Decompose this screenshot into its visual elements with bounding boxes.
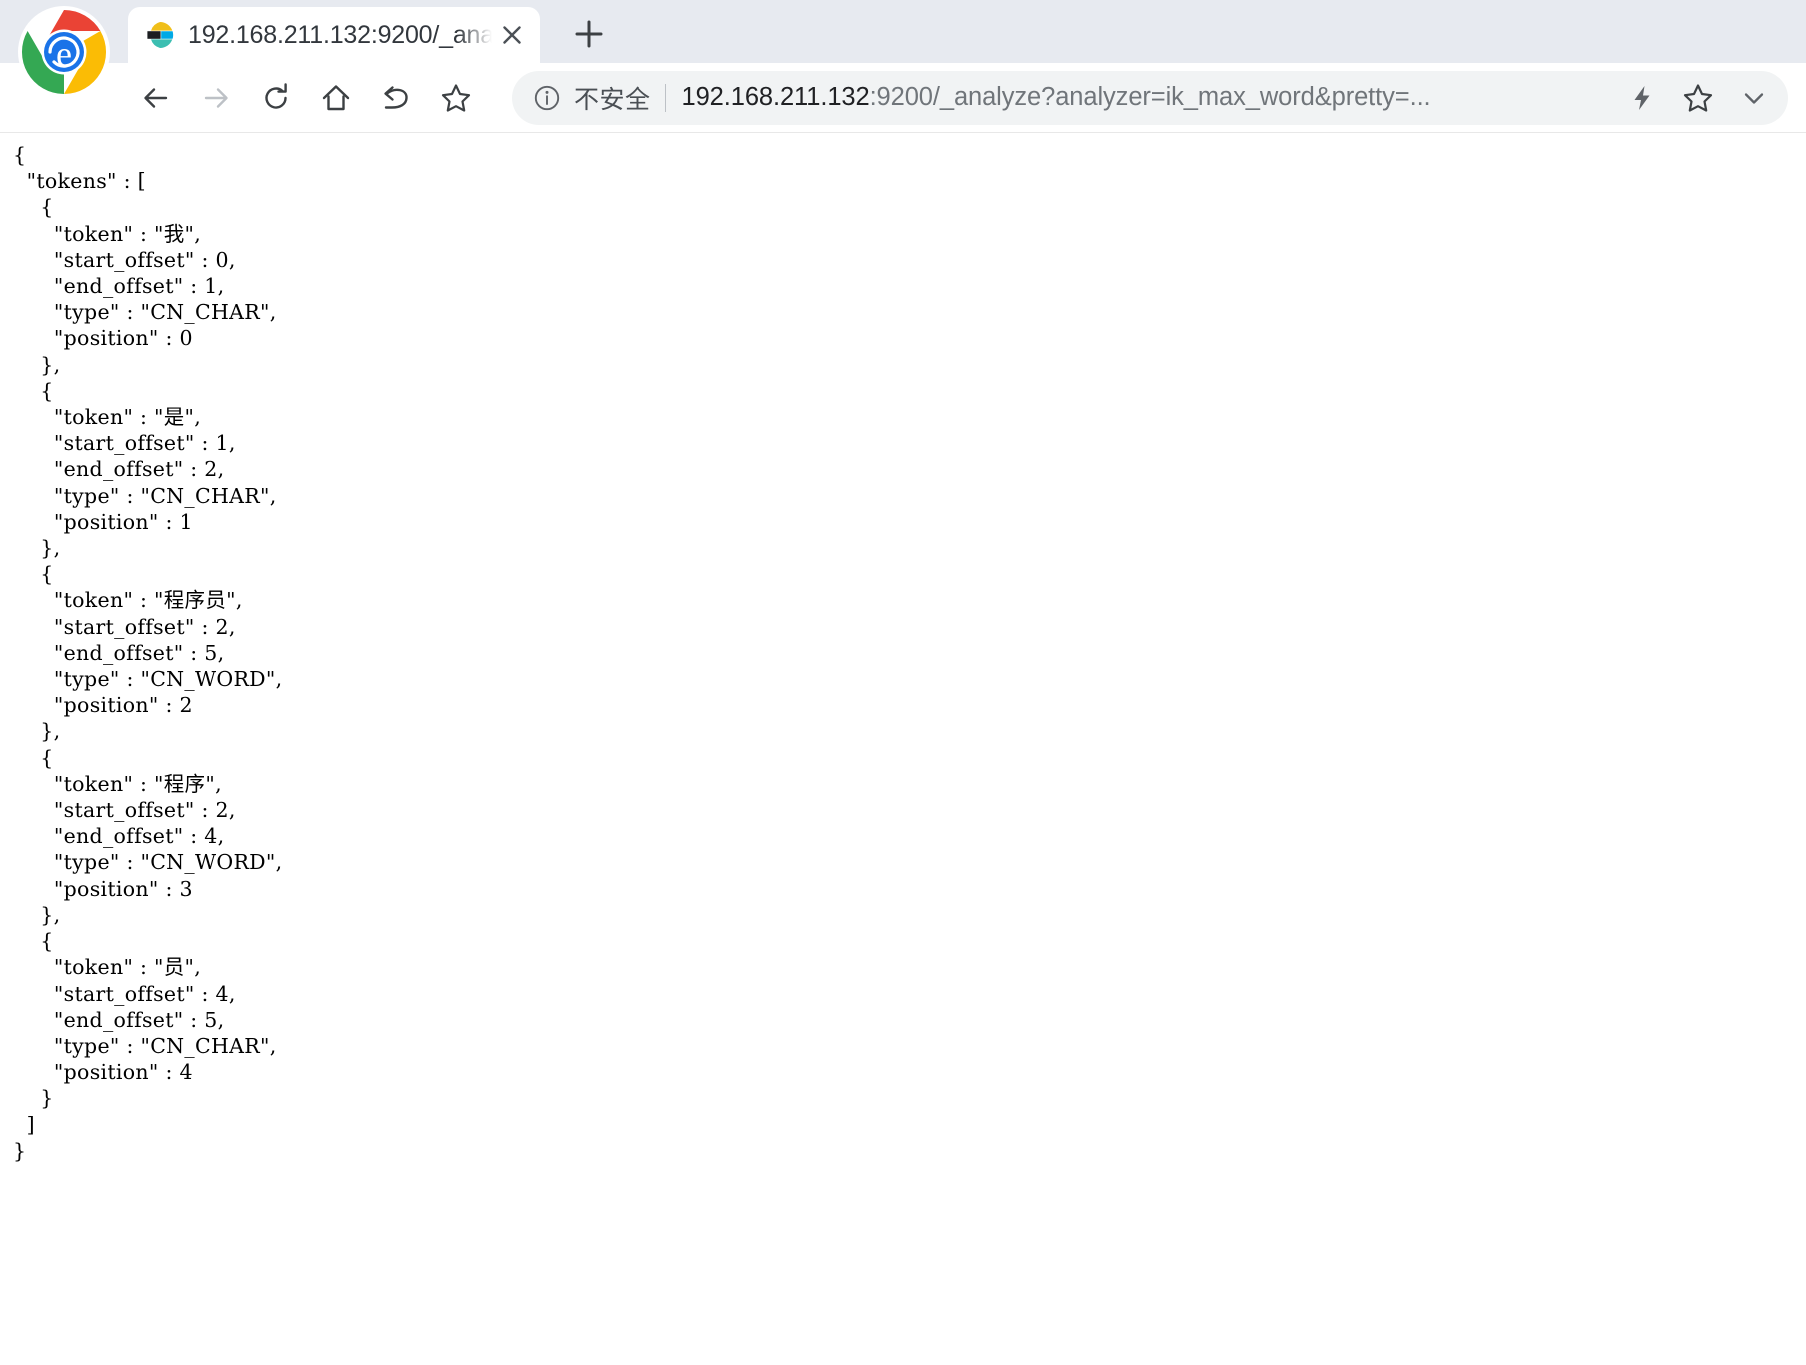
undo-button[interactable]: [370, 72, 422, 124]
browser-tab[interactable]: 192.168.211.132:9200/_analyze: [128, 7, 540, 63]
reload-icon: [265, 82, 287, 109]
omnibox-divider: [664, 83, 666, 112]
security-status-label: 不安全: [574, 85, 651, 114]
chevron-down-icon: [1744, 92, 1764, 104]
omnibox-actions: [1614, 72, 1782, 124]
star-icon: [441, 83, 471, 112]
browser-menu-button[interactable]: [1726, 72, 1782, 124]
home-icon: [322, 84, 350, 110]
info-circle-icon[interactable]: [532, 83, 562, 113]
back-button[interactable]: [130, 72, 182, 124]
page-content: { "tokens" : [ { "token" : "我", "start_o…: [0, 133, 1806, 1365]
plus-icon: [575, 20, 603, 48]
elasticsearch-favicon-icon: [146, 21, 174, 49]
url-path: :9200/_analyze?analyzer=ik_max_word&pret…: [869, 83, 1431, 111]
bookmark-left-button[interactable]: [430, 72, 482, 124]
close-icon[interactable]: [492, 15, 532, 55]
star-icon: [1683, 83, 1713, 112]
forward-button[interactable]: [190, 72, 242, 124]
lightning-bolt-icon: [1634, 85, 1650, 110]
browser-window: e 192.168.211.132:9200/_analyze: [0, 0, 1806, 1365]
chrome-e-logo-icon: e: [14, 2, 114, 102]
lightning-button[interactable]: [1614, 72, 1670, 124]
tab-strip: e 192.168.211.132:9200/_analyze: [0, 0, 1806, 98]
tab-title: 192.168.211.132:9200/_analyze: [188, 20, 492, 49]
undo-arrow-icon: [384, 85, 408, 109]
reload-button[interactable]: [250, 72, 302, 124]
arrow-left-icon: [144, 87, 168, 108]
address-bar[interactable]: 不安全 192.168.211.132:9200/_analyze?analyz…: [512, 70, 1788, 125]
arrow-right-icon: [204, 87, 228, 108]
json-response-body: { "tokens" : [ { "token" : "我", "start_o…: [13, 143, 283, 1163]
bookmark-button[interactable]: [1670, 72, 1726, 124]
url-host: 192.168.211.132: [681, 83, 870, 111]
browser-toolbar: 不安全 192.168.211.132:9200/_analyze?analyz…: [0, 63, 1806, 132]
url-text[interactable]: 192.168.211.132:9200/_analyze?analyzer=i…: [682, 83, 1614, 112]
home-button[interactable]: [310, 72, 362, 124]
new-tab-button[interactable]: [562, 7, 616, 61]
